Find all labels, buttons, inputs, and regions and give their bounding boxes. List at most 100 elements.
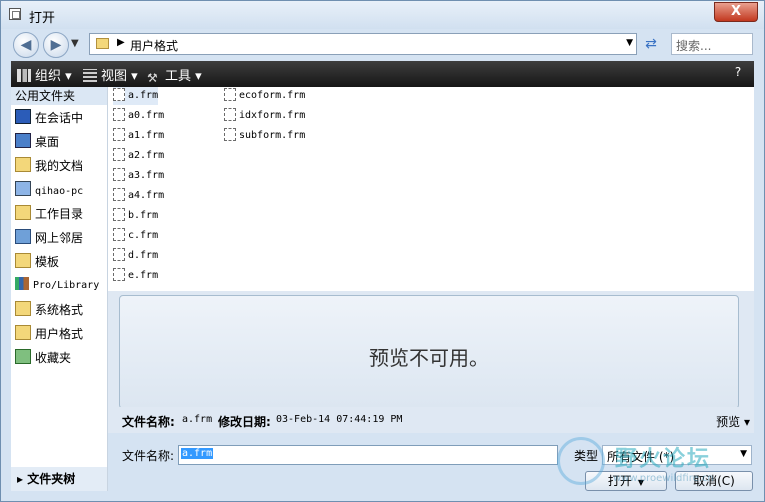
help-icon[interactable]: ? (730, 65, 746, 81)
sidebar-item-system-formats[interactable]: 系统格式 (15, 301, 107, 321)
sidebar-item-label: 我的文档 (35, 159, 84, 173)
library-icon (15, 277, 29, 290)
folder-icon (96, 38, 109, 49)
folder-icon (15, 253, 31, 268)
work-folder-icon (15, 205, 31, 220)
file-name: c.frm (128, 230, 159, 241)
folder-icon (15, 301, 31, 316)
sidebar-item-label: 网上邻居 (35, 231, 84, 245)
tools-menu[interactable]: ⚒ 工具 ▾ (147, 65, 202, 85)
cancel-button[interactable]: 取消(C) (675, 471, 753, 491)
sidebar-item-label: 系统格式 (35, 303, 84, 317)
file-name: e.frm (128, 270, 159, 281)
sidebar-item-label: qihao-pc (35, 186, 84, 197)
list-item[interactable]: e.frm (113, 267, 158, 285)
filename-label: 文件名称: (122, 449, 175, 463)
file-icon (224, 128, 236, 141)
list-item[interactable]: a4.frm (113, 187, 164, 205)
sidebar-item-favorites[interactable]: 收藏夹 (15, 349, 107, 369)
list-item[interactable]: subform.frm (224, 127, 305, 145)
organize-icon (17, 69, 31, 82)
sidebar: 公用文件夹 在会话中 桌面 我的文档 qihao-pc 工作目录 网上邻居 模板… (11, 87, 108, 491)
sidebar-item-session[interactable]: 在会话中 (15, 109, 107, 129)
sidebar-item-library[interactable]: Pro/Library (15, 277, 107, 297)
file-icon (113, 108, 125, 121)
search-input[interactable]: 搜索... (671, 33, 753, 55)
sidebar-item-label: 工作目录 (35, 207, 84, 221)
file-name: ecoform.frm (239, 90, 306, 101)
favorites-icon (15, 349, 31, 364)
sidebar-item-desktop[interactable]: 桌面 (15, 133, 107, 153)
file-name: a.frm (128, 90, 159, 101)
breadcrumb-arrow-icon[interactable]: ▶ (117, 37, 125, 48)
desktop-icon (15, 133, 31, 148)
list-item[interactable]: idxform.frm (224, 107, 305, 125)
tools-icon: ⚒ (147, 71, 158, 85)
folder-tree-toggle[interactable]: ▸ 文件夹树 (11, 467, 107, 491)
list-item[interactable]: a2.frm (113, 147, 164, 165)
file-icon (113, 268, 125, 281)
sidebar-item-work-dir[interactable]: 工作目录 (15, 205, 107, 225)
sidebar-header: 公用文件夹 (11, 87, 107, 105)
file-icon (224, 108, 236, 121)
preview-message: 预览不可用。 (369, 346, 489, 370)
folder-icon (15, 325, 31, 340)
breadcrumb-current[interactable]: 用户格式 (130, 37, 178, 54)
file-icon (113, 88, 125, 101)
list-item[interactable]: a.frm (113, 87, 159, 105)
navigation-bar: ◀ ▶ ▼ ▶ 用户格式 ▼ ⇄ 搜索... (1, 29, 764, 61)
list-item[interactable]: c.frm (113, 227, 158, 245)
list-item[interactable]: a0.frm (113, 107, 164, 125)
view-menu[interactable]: 视图 ▾ (83, 65, 138, 84)
organize-menu[interactable]: 组织 ▾ (17, 65, 72, 84)
details-name-label: 文件名称: (122, 415, 175, 429)
file-icon (113, 168, 125, 181)
recent-locations-dropdown-icon[interactable]: ▼ (71, 38, 79, 49)
sidebar-item-user-formats[interactable]: 用户格式 (15, 325, 107, 345)
close-button[interactable]: X (714, 2, 758, 22)
list-item[interactable]: ecoform.frm (224, 87, 305, 105)
view-label: 视图 (101, 69, 128, 84)
back-button[interactable]: ◀ (13, 32, 39, 58)
chevron-down-icon: ▼ (740, 449, 747, 459)
forward-button[interactable]: ▶ (43, 32, 69, 58)
list-item[interactable]: a3.frm (113, 167, 164, 185)
filename-bar: 文件名称: a.frm 类型 所有文件 (*) ▼ 打开 ▼ 取消(C) (108, 433, 754, 491)
file-type-value: 所有文件 (*) (607, 450, 675, 464)
file-icon (113, 148, 125, 161)
list-item[interactable]: a1.frm (113, 127, 164, 145)
details-date-label: 修改日期: (218, 415, 271, 429)
open-label: 打开 (607, 474, 632, 488)
file-name: b.frm (128, 210, 159, 221)
open-button[interactable]: 打开 ▼ (585, 471, 667, 491)
sidebar-item-network[interactable]: 网上邻居 (15, 229, 107, 249)
address-bar[interactable]: ▶ 用户格式 ▼ (89, 33, 637, 55)
type-label: 类型 (574, 449, 599, 463)
file-type-select[interactable]: 所有文件 (*) ▼ (602, 445, 752, 465)
file-name: a4.frm (128, 190, 165, 201)
network-icon (15, 229, 31, 244)
filename-field[interactable]: a.frm (178, 445, 558, 465)
sidebar-item-documents[interactable]: 我的文档 (15, 157, 107, 177)
details-date-value: 03-Feb-14 07:44:19 PM (276, 414, 403, 425)
sidebar-item-templates[interactable]: 模板 (15, 253, 107, 273)
sidebar-item-computer[interactable]: qihao-pc (15, 181, 107, 201)
command-toolbar: 组织 ▾ 视图 ▾ ⚒ 工具 ▾ ? (11, 61, 754, 87)
file-icon (113, 228, 125, 241)
preview-pane: 预览不可用。 (108, 291, 754, 409)
address-dropdown-icon[interactable]: ▼ (626, 38, 633, 48)
list-item[interactable]: b.frm (113, 207, 158, 225)
preview-toggle[interactable]: 预览 ▾ (716, 413, 750, 430)
file-icon (224, 88, 236, 101)
open-dialog: 打开 X ◀ ▶ ▼ ▶ 用户格式 ▼ ⇄ 搜索... 组织 ▾ 视图 ▾ ⚒ 工… (0, 0, 765, 502)
file-list: a.frm a0.frm a1.frm a2.frm a3.frm a4.frm… (108, 87, 754, 291)
list-item[interactable]: d.frm (113, 247, 158, 265)
file-name: a1.frm (128, 130, 165, 141)
file-details: 文件名称: a.frm 修改日期: 03-Feb-14 07:44:19 PM … (108, 407, 754, 433)
refresh-icon[interactable]: ⇄ (641, 34, 661, 54)
documents-folder-icon (15, 157, 31, 172)
chevron-down-icon: ▼ (637, 478, 645, 487)
file-name: idxform.frm (239, 110, 306, 121)
tools-label: 工具 (165, 69, 192, 84)
view-icon (83, 69, 97, 82)
